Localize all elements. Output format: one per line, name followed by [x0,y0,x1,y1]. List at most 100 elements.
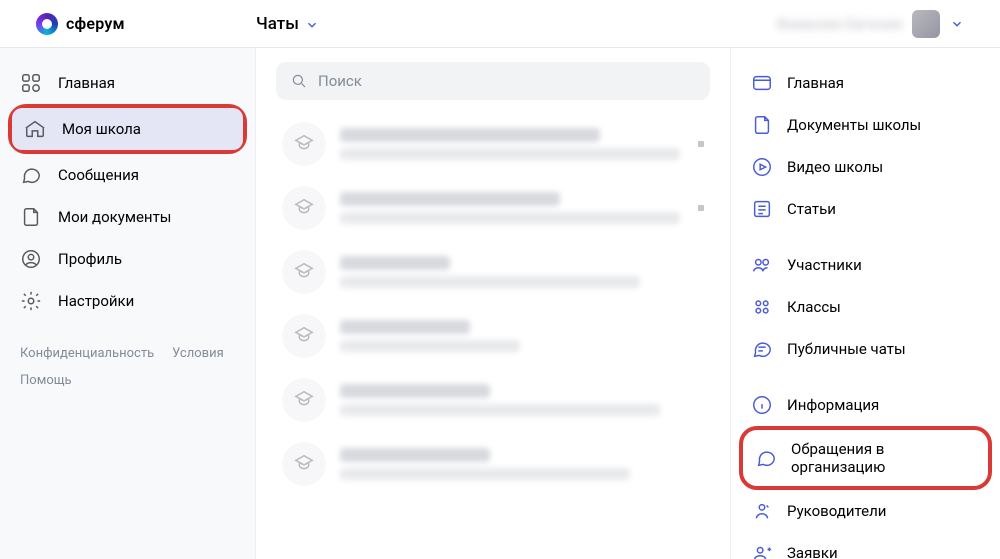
logo-icon [36,13,58,35]
chevron-down-icon [305,17,319,31]
user-name: Фамилия Евгения [776,15,902,33]
document-icon [20,206,42,228]
search-placeholder: Поиск [318,72,362,90]
search-input[interactable]: Поиск [276,62,710,100]
chat-texts [340,256,704,288]
sidebar-item-home[interactable]: Главная [8,62,247,104]
chat-subtitle-blur [340,468,630,480]
right-item-label: Статьи [787,200,836,218]
pubchats-icon [751,338,773,360]
chat-title-blur [340,320,470,334]
video-icon [751,156,773,178]
chat-avatar [282,122,326,166]
chat-row[interactable] [276,240,710,304]
highlight-annotation: Обращения в организацию [739,426,992,490]
sidebar-item-messages[interactable]: Сообщения [8,154,247,196]
sidebar-item-school[interactable]: Моя школа [12,108,243,150]
chat-texts [340,192,684,224]
classes-icon [751,296,773,318]
right-panel: Главная Документы школы Видео школы Стат… [730,48,1000,559]
right-item-label: Документы школы [787,116,921,134]
chat-title-blur [340,448,490,462]
avatar [912,10,940,38]
sidebar-footer: Конфиденциальность Условия Помощь [8,346,247,388]
chat-title-blur [340,384,490,398]
left-sidebar: Главная Моя школа Сообщения Мои документ… [0,48,256,559]
highlight-annotation: Моя школа [8,104,247,154]
chat-subtitle-blur [340,212,680,224]
chat-texts [340,384,704,416]
chat-texts [340,128,684,160]
grid-icon [20,72,42,94]
chat-avatar [282,250,326,294]
sidebar-item-profile[interactable]: Профиль [8,238,247,280]
chat-texts [340,320,704,352]
right-item-label: Информация [787,396,879,414]
right-item-video[interactable]: Видео школы [739,146,992,188]
footer-help-link[interactable]: Помощь [20,373,72,388]
chat-title-blur [340,192,560,206]
user-menu[interactable]: Фамилия Евгения [776,10,964,38]
school-icon [24,118,46,140]
right-item-articles[interactable]: Статьи [739,188,992,230]
gear-icon [20,290,42,312]
right-item-label: Классы [787,298,841,316]
appeals-icon [755,447,777,469]
chat-avatar [282,314,326,358]
chat-row[interactable] [276,112,710,176]
profile-icon [20,248,42,270]
right-item-label: Публичные чаты [787,340,906,358]
right-item-pubchats[interactable]: Публичные чаты [739,328,992,370]
chat-subtitle-blur [340,148,680,160]
sidebar-item-label: Настройки [58,292,134,310]
center-panel: Поиск [256,48,730,559]
right-item-label: Участники [787,256,862,274]
right-item-label: Видео школы [787,158,883,176]
chat-avatar [282,442,326,486]
sidebar-item-documents[interactable]: Мои документы [8,196,247,238]
chat-row[interactable] [276,176,710,240]
sidebar-item-settings[interactable]: Настройки [8,280,247,322]
section-dropdown-label: Чаты [256,14,299,34]
info-icon [751,394,773,416]
chat-list [276,112,710,496]
chat-row[interactable] [276,368,710,432]
chat-avatar [282,186,326,230]
unread-dot [698,205,704,211]
right-item-appeals[interactable]: Обращения в организацию [743,430,988,486]
articles-icon [751,198,773,220]
right-item-requests[interactable]: Заявки [739,532,992,559]
right-item-label: Руководители [787,502,886,520]
chat-row[interactable] [276,432,710,496]
search-icon [290,72,308,90]
right-item-home[interactable]: Главная [739,62,992,104]
leaders-icon [751,500,773,522]
footer-terms-link[interactable]: Условия [172,346,224,361]
right-item-label: Заявки [787,544,838,559]
right-item-info[interactable]: Информация [739,384,992,426]
chat-subtitle-blur [340,276,640,288]
chevron-down-icon [950,17,964,31]
chat-row[interactable] [276,304,710,368]
home-icon [751,72,773,94]
right-item-label: Обращения в организацию [791,440,976,476]
right-item-docs[interactable]: Документы школы [739,104,992,146]
sidebar-item-label: Мои документы [58,208,171,226]
section-dropdown[interactable]: Чаты [256,14,319,34]
logo-area[interactable]: сферум [36,13,256,35]
unread-dot [698,141,704,147]
chat-icon [20,164,42,186]
right-item-classes[interactable]: Классы [739,286,992,328]
sidebar-item-label: Главная [58,74,115,92]
right-item-members[interactable]: Участники [739,244,992,286]
chat-title-blur [340,128,600,142]
requests-icon [751,542,773,559]
right-item-leaders[interactable]: Руководители [739,490,992,532]
chat-texts [340,448,704,480]
members-icon [751,254,773,276]
footer-privacy-link[interactable]: Конфиденциальность [20,346,154,361]
right-item-label: Главная [787,74,844,92]
chat-title-blur [340,256,450,270]
docs-icon [751,114,773,136]
app-header: сферум Чаты Фамилия Евгения [0,0,1000,48]
